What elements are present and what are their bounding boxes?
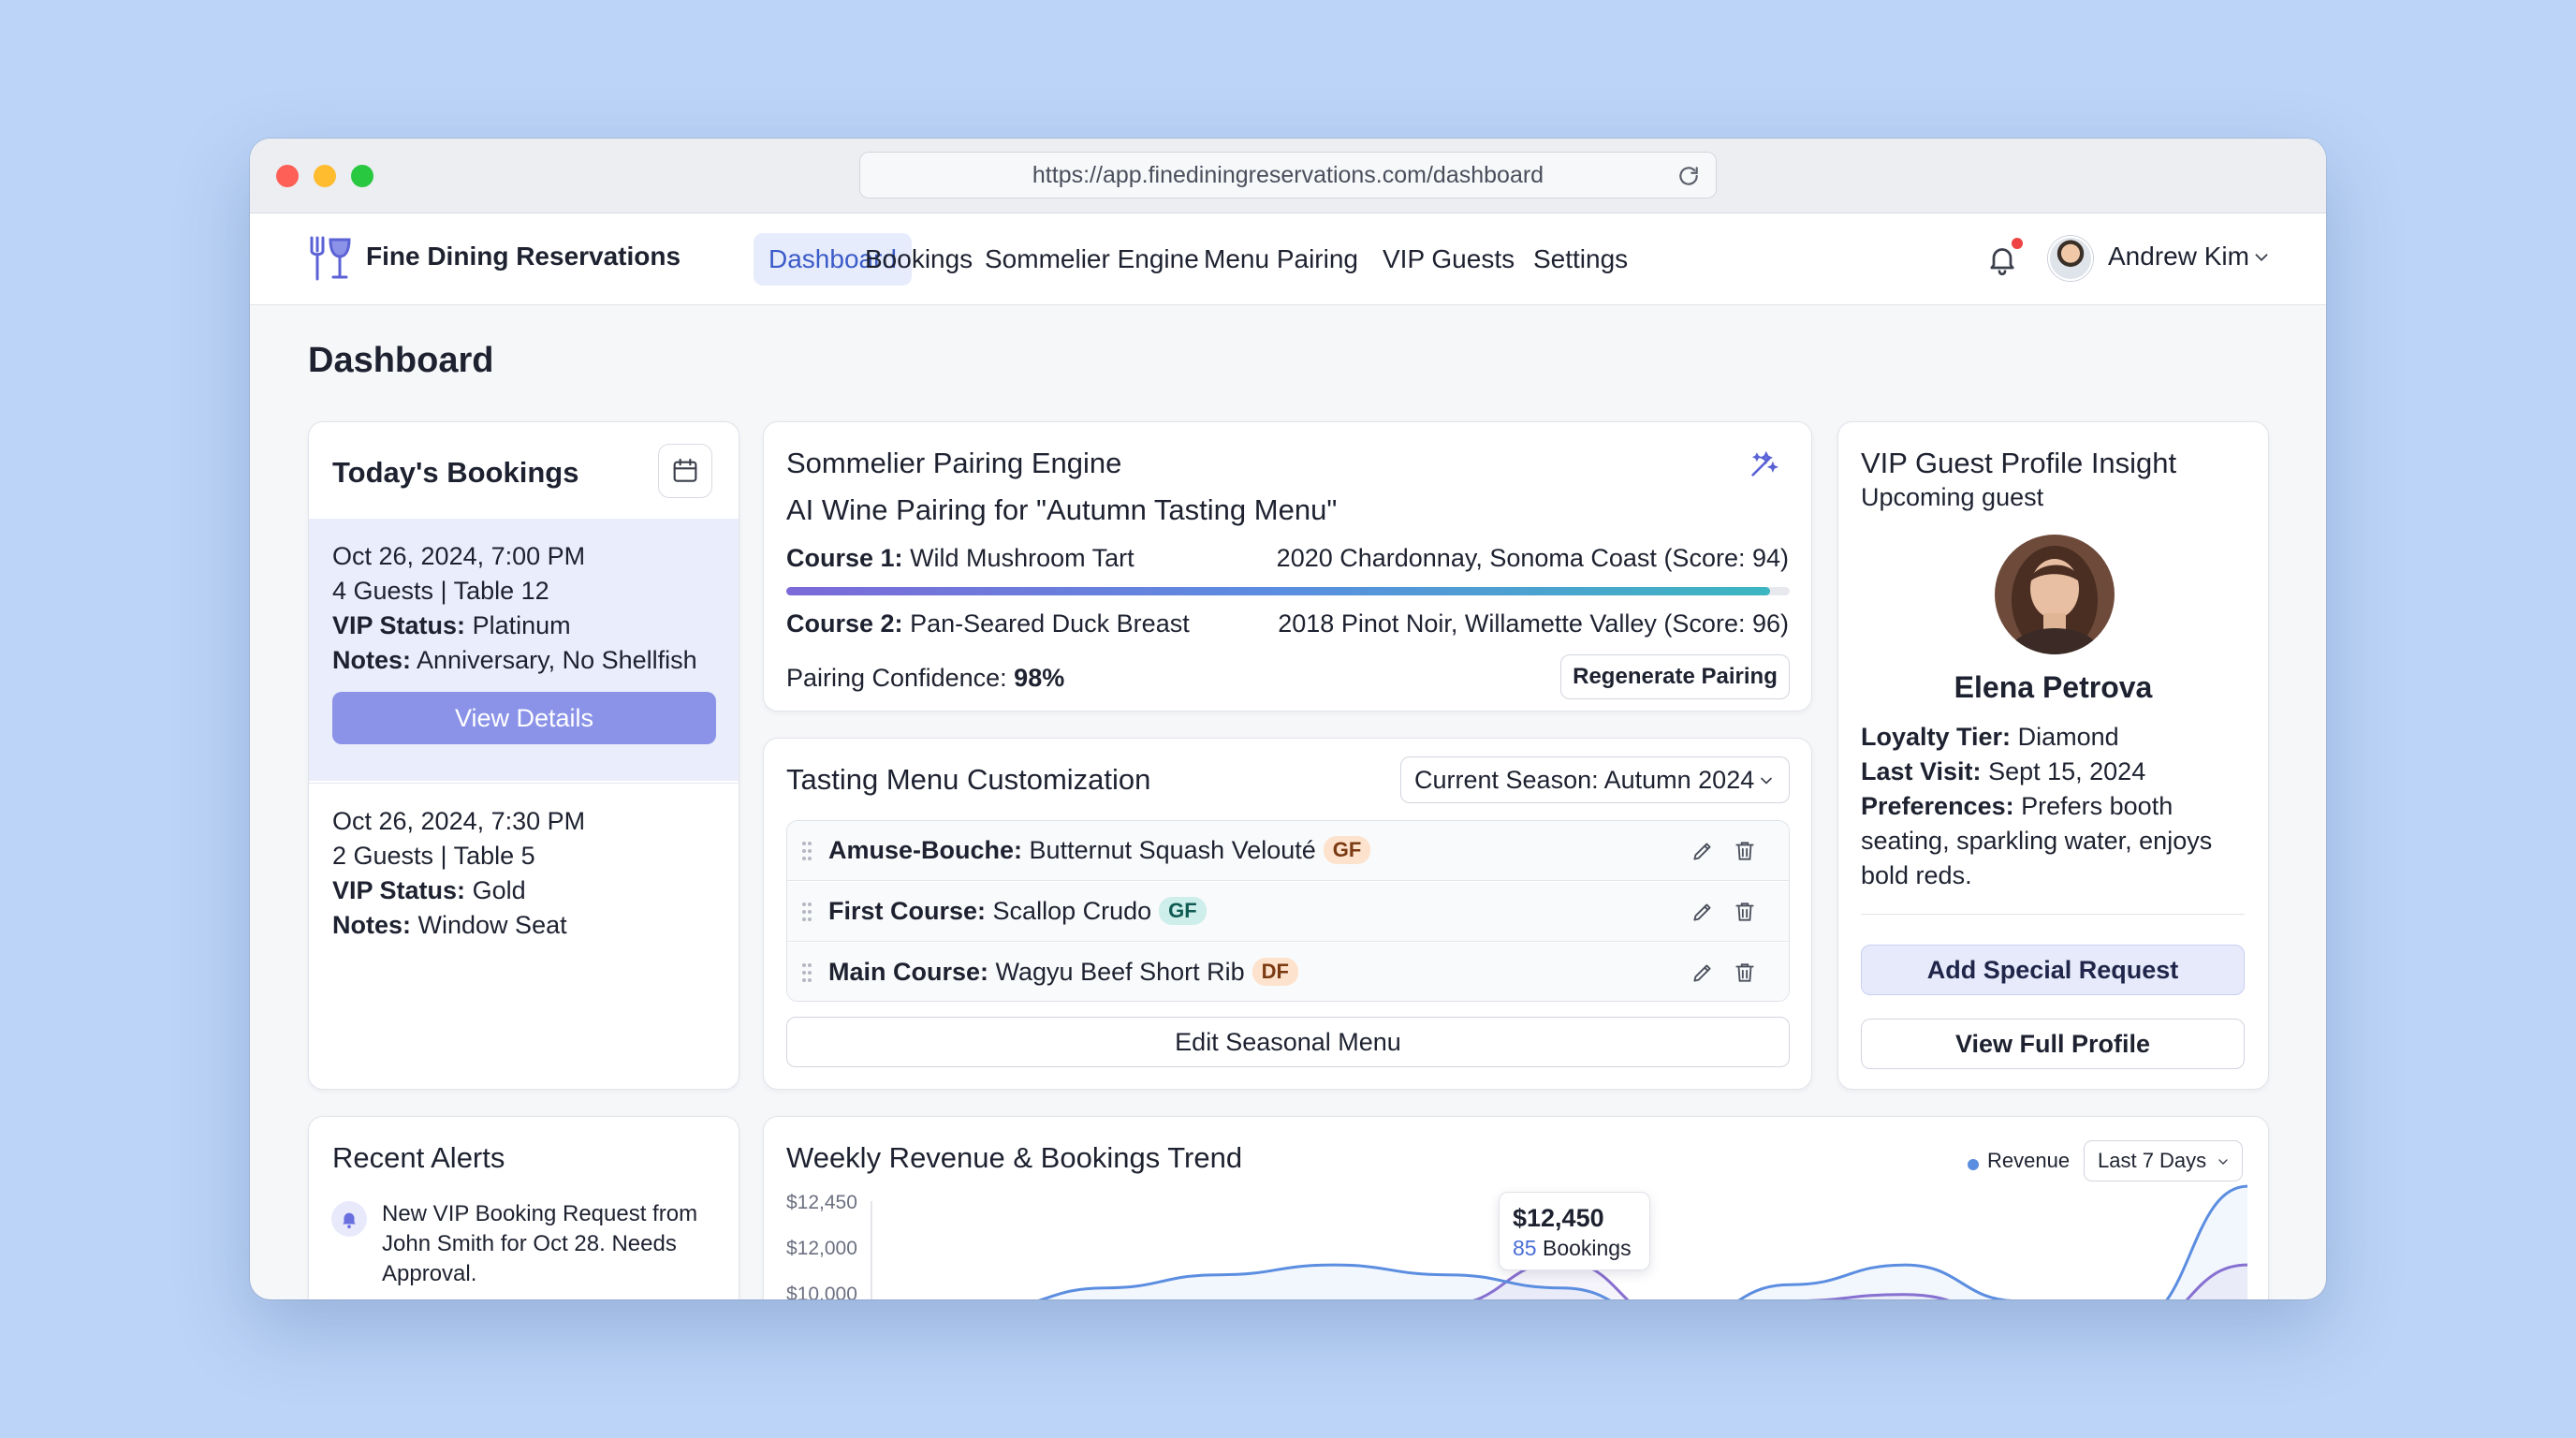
browser-titlebar: https://app.finediningreservations.com/d…	[250, 139, 2326, 213]
notification-dot	[2012, 238, 2023, 249]
loyalty-tier: Loyalty Tier: Diamond	[1861, 723, 2119, 751]
chart-tooltip: $12,450 85 Bookings	[1499, 1192, 1650, 1270]
trash-icon[interactable]	[1733, 838, 1757, 864]
y-tick-label: $10,000	[786, 1284, 857, 1299]
pairing-confidence: Pairing Confidence: 98%	[786, 664, 1065, 692]
card-title: Today's Bookings	[332, 456, 579, 489]
zoom-window-button[interactable]	[351, 165, 373, 187]
edit-seasonal-menu-button[interactable]: Edit Seasonal Menu	[786, 1017, 1790, 1067]
drag-handle-icon[interactable]	[800, 901, 813, 923]
top-navbar: Fine Dining Reservations Dashboard Booki…	[250, 213, 2326, 305]
address-bar[interactable]: https://app.finediningreservations.com/d…	[859, 152, 1717, 198]
card-subtitle: Upcoming guest	[1861, 483, 2044, 511]
course-name: Amuse-Bouche: Butternut Squash Velouté GF	[828, 836, 1371, 865]
course-1-dish: Course 1: Wild Mushroom Tart	[786, 544, 1134, 572]
guest-avatar	[1995, 535, 2115, 654]
revenue-chart-card: Weekly Revenue & Bookings Trend Revenue …	[763, 1116, 2269, 1299]
booking-datetime: Oct 26, 2024, 7:00 PM	[332, 542, 586, 570]
add-special-request-button[interactable]: Add Special Request	[1861, 945, 2245, 995]
alert-bell-badge	[331, 1201, 367, 1237]
nav-vip-guests[interactable]: VIP Guests	[1368, 233, 1530, 286]
dietary-badge: DF	[1251, 958, 1298, 986]
view-details-button[interactable]: View Details	[332, 692, 716, 744]
close-window-button[interactable]	[276, 165, 299, 187]
course-row[interactable]: First Course: Scallop Crudo GF	[787, 882, 1789, 942]
divider	[1861, 914, 2245, 915]
sommelier-pairing-card: Sommelier Pairing Engine AI Wine Pairing…	[763, 421, 1812, 712]
nav-sommelier-engine[interactable]: Sommelier Engine	[970, 233, 1214, 286]
nav-menu-pairing[interactable]: Menu Pairing	[1189, 233, 1373, 286]
booking-datetime: Oct 26, 2024, 7:30 PM	[332, 807, 586, 835]
brand-name: Fine Dining Reservations	[366, 242, 681, 271]
drag-handle-icon[interactable]	[800, 961, 813, 984]
y-tick-label: $12,450	[786, 1192, 857, 1213]
alert-message[interactable]: New VIP Booking Request from John Smith …	[382, 1199, 719, 1289]
season-select-value: Current Season: Autumn 2024	[1414, 766, 1755, 794]
todays-bookings-card: Today's Bookings Oct 26, 2024, 7:00 PM 4…	[308, 421, 739, 1090]
user-avatar[interactable]	[2048, 236, 2093, 281]
user-name[interactable]: Andrew Kim	[2108, 242, 2249, 271]
booking-vip-status: VIP Status: Platinum	[332, 611, 571, 639]
chevron-down-icon	[1761, 777, 1772, 785]
season-select[interactable]: Current Season: Autumn 2024	[1400, 756, 1790, 803]
course-name: Main Course: Wagyu Beef Short Rib DF	[828, 958, 1298, 987]
minimize-window-button[interactable]	[314, 165, 336, 187]
trash-icon[interactable]	[1733, 960, 1757, 986]
recent-alerts-card: Recent Alerts New VIP Booking Request fr…	[308, 1116, 739, 1299]
guest-photo	[1995, 535, 2115, 654]
booking-vip-status: VIP Status: Gold	[332, 876, 526, 904]
pairing-progress-bar	[786, 587, 1790, 595]
pencil-icon[interactable]	[1690, 961, 1715, 985]
card-title: VIP Guest Profile Insight	[1861, 447, 2177, 479]
nav-settings[interactable]: Settings	[1518, 233, 1643, 286]
course-1-wine: 2020 Chardonnay, Sonoma Coast (Score: 94…	[1276, 544, 1789, 572]
reload-icon[interactable]	[1676, 164, 1701, 188]
booking-item[interactable]: Oct 26, 2024, 7:30 PM 2 Guests | Table 5…	[309, 783, 739, 970]
magic-wand-icon[interactable]	[1748, 448, 1779, 480]
booking-notes: Notes: Window Seat	[332, 911, 567, 939]
bell-icon	[343, 1212, 356, 1229]
course-name: First Course: Scallop Crudo GF	[828, 897, 1207, 926]
calendar-button[interactable]	[658, 444, 712, 498]
pairing-progress-fill	[786, 587, 1770, 595]
vip-guest-card: VIP Guest Profile Insight Upcoming guest…	[1837, 421, 2269, 1090]
booking-guests: 4 Guests | Table 12	[332, 577, 549, 605]
dietary-badge: GF	[1323, 836, 1371, 864]
nav-bookings[interactable]: Bookings	[850, 233, 988, 286]
view-full-profile-button[interactable]: View Full Profile	[1861, 1019, 2245, 1069]
pencil-icon[interactable]	[1690, 900, 1715, 924]
chevron-down-icon[interactable]	[2251, 247, 2272, 268]
pencil-icon[interactable]	[1690, 839, 1715, 863]
booking-guests: 2 Guests | Table 5	[332, 842, 535, 870]
dietary-badge: GF	[1159, 897, 1207, 925]
booking-item[interactable]: Oct 26, 2024, 7:00 PM 4 Guests | Table 1…	[309, 519, 739, 781]
course-2-wine: 2018 Pinot Noir, Willamette Valley (Scor…	[1278, 609, 1789, 638]
tooltip-value: $12,450	[1513, 1204, 1604, 1232]
y-tick-label: $12,000	[786, 1238, 857, 1259]
course-row[interactable]: Amuse-Bouche: Butternut Squash Velouté GF	[787, 821, 1789, 881]
tooltip-bookings: 85 Bookings	[1513, 1236, 1632, 1260]
trash-icon[interactable]	[1733, 899, 1757, 925]
card-title: Recent Alerts	[332, 1141, 505, 1174]
last-visit: Last Visit: Sept 15, 2024	[1861, 757, 2146, 785]
preferences: Preferences: Prefers booth seating, spar…	[1861, 792, 2213, 889]
regenerate-pairing-button[interactable]: Regenerate Pairing	[1560, 654, 1790, 699]
calendar-icon	[673, 458, 697, 482]
drag-handle-icon[interactable]	[800, 840, 813, 862]
course-list: Amuse-Bouche: Butternut Squash Velouté GF…	[786, 820, 1790, 1002]
course-2-dish: Course 2: Pan-Seared Duck Breast	[786, 609, 1190, 638]
browser-window: https://app.finediningreservations.com/d…	[250, 139, 2326, 1299]
card-title: Tasting Menu Customization	[786, 763, 1151, 796]
url-text: https://app.finediningreservations.com/d…	[1032, 161, 1544, 188]
page-title: Dashboard	[308, 341, 494, 380]
pairing-subtitle: AI Wine Pairing for "Autumn Tasting Menu…	[786, 493, 1338, 526]
booking-notes: Notes: Anniversary, No Shellfish	[332, 646, 697, 674]
wine-fork-logo-icon	[310, 236, 351, 281]
guest-name: Elena Petrova	[1954, 670, 2153, 704]
card-title: Sommelier Pairing Engine	[786, 447, 1122, 479]
course-row[interactable]: Main Course: Wagyu Beef Short Rib DF	[787, 943, 1789, 1001]
tasting-menu-card: Tasting Menu Customization Current Seaso…	[763, 738, 1812, 1090]
